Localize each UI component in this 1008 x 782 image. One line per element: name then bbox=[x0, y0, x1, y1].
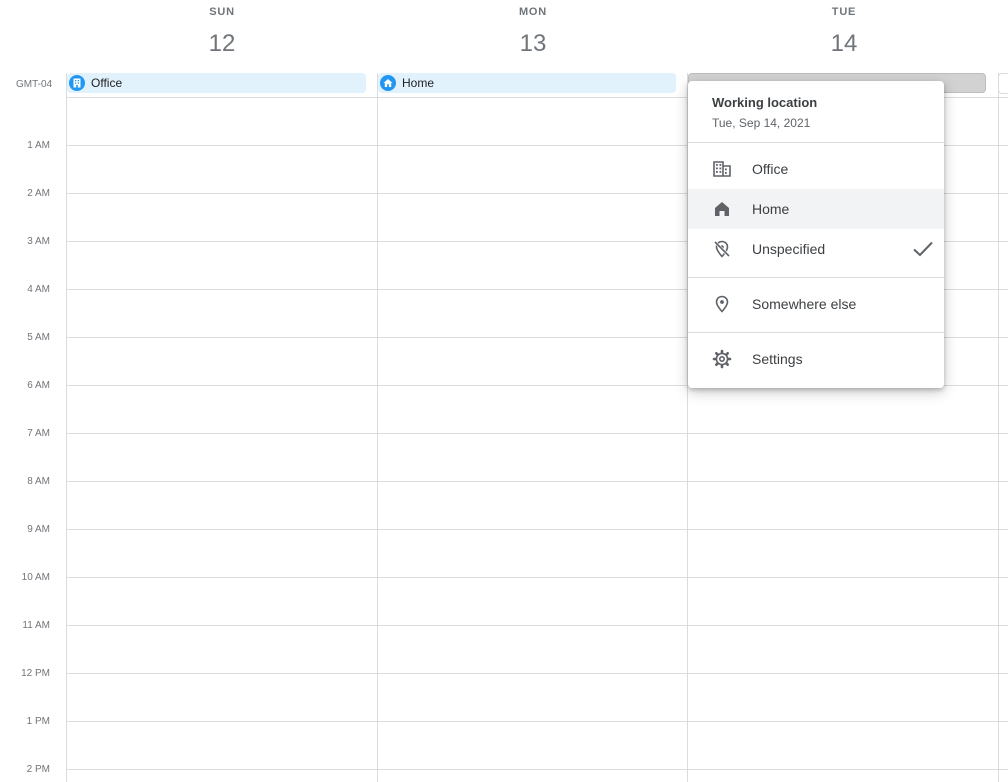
hour-line bbox=[66, 673, 1008, 674]
hour-label: 9 AM bbox=[27, 524, 50, 535]
menu-divider bbox=[688, 142, 944, 143]
menu-item-label: Somewhere else bbox=[752, 296, 857, 312]
building-icon bbox=[69, 75, 85, 91]
hour-label: 6 AM bbox=[27, 380, 50, 391]
hour-label: 12 PM bbox=[21, 668, 50, 679]
hour-line bbox=[66, 529, 1008, 530]
hour-label: 8 AM bbox=[27, 476, 50, 487]
chip-label: Home bbox=[402, 76, 435, 90]
location-off-icon bbox=[712, 239, 732, 259]
menu-item-label: Office bbox=[752, 161, 789, 177]
menu-divider bbox=[688, 277, 944, 278]
menu-item-office[interactable]: Office bbox=[688, 149, 944, 189]
hour-label: 1 PM bbox=[26, 716, 50, 727]
working-location-chip-mon[interactable]: Home bbox=[378, 73, 676, 93]
calendar-week-view: SUN 12 MON 13 TUE 14 GMT-04 1 AM 2 AM 3 … bbox=[0, 0, 1008, 782]
hour-line bbox=[66, 433, 1008, 434]
hour-label: 7 AM bbox=[27, 428, 50, 439]
menu-title: Working location bbox=[712, 95, 818, 110]
hour-label: 10 AM bbox=[21, 572, 50, 583]
home-icon bbox=[380, 75, 396, 91]
menu-item-settings[interactable]: Settings bbox=[688, 339, 944, 379]
hour-label: 2 PM bbox=[26, 764, 50, 775]
building-icon bbox=[712, 159, 732, 179]
gear-icon bbox=[712, 349, 732, 369]
menu-date: Tue, Sep 14, 2021 bbox=[712, 116, 811, 130]
hour-line bbox=[66, 625, 1008, 626]
grid-divider bbox=[66, 73, 67, 782]
menu-item-label: Settings bbox=[752, 351, 803, 367]
location-pin-icon bbox=[712, 294, 732, 314]
hour-line bbox=[66, 481, 1008, 482]
hour-label: 5 AM bbox=[27, 332, 50, 343]
home-icon bbox=[712, 199, 732, 219]
hour-label: 11 AM bbox=[22, 620, 50, 631]
hour-label: 4 AM bbox=[27, 284, 50, 295]
working-location-chip-sun[interactable]: Office bbox=[67, 73, 366, 93]
hour-label: 1 AM bbox=[27, 140, 50, 151]
hour-line bbox=[66, 577, 1008, 578]
grid-divider bbox=[998, 73, 999, 782]
menu-item-somewhere-else[interactable]: Somewhere else bbox=[688, 284, 944, 324]
working-location-menu[interactable]: Working location Tue, Sep 14, 2021 Offic… bbox=[688, 81, 944, 388]
checkmark-icon bbox=[912, 239, 934, 259]
menu-item-unspecified[interactable]: Unspecified bbox=[688, 229, 944, 269]
chip-label: Office bbox=[91, 76, 123, 90]
hour-label: 2 AM bbox=[27, 188, 50, 199]
menu-divider bbox=[688, 332, 944, 333]
hour-line bbox=[66, 769, 1008, 770]
grid-divider bbox=[377, 73, 378, 782]
hour-line bbox=[66, 721, 1008, 722]
hour-label: 3 AM bbox=[27, 236, 50, 247]
menu-item-label: Unspecified bbox=[752, 241, 826, 257]
next-day-chip-edge[interactable] bbox=[998, 73, 1008, 94]
menu-item-label: Home bbox=[752, 201, 790, 217]
menu-item-home[interactable]: Home bbox=[688, 189, 944, 229]
